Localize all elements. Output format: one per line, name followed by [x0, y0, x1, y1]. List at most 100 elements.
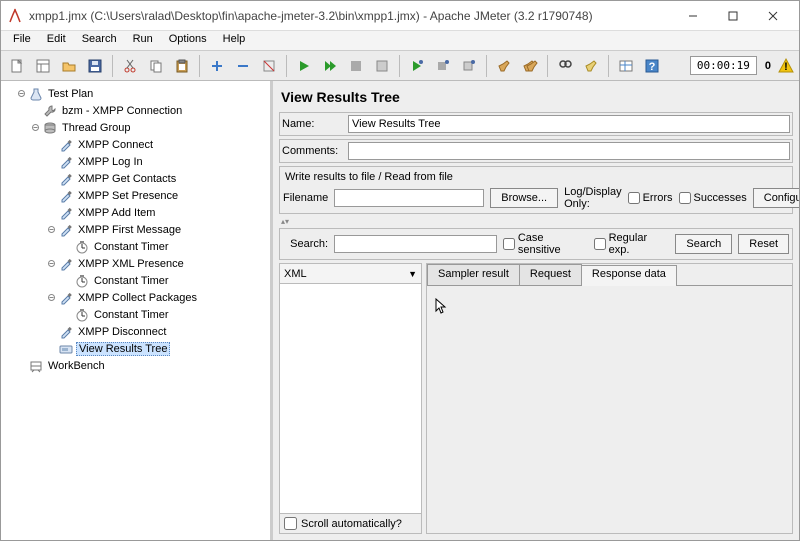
collapse-icon[interactable]	[47, 293, 56, 302]
expand-icon	[31, 106, 40, 115]
dropper-icon	[59, 206, 73, 220]
search-row: Search: Case sensitive Regular exp. Sear…	[279, 228, 793, 260]
tree-item-xmlpres[interactable]: XMPP XML Presence	[3, 255, 268, 272]
expand-icon	[63, 242, 72, 251]
remote-shutdown-button[interactable]	[457, 54, 481, 78]
tab-response-data[interactable]: Response data	[581, 265, 677, 286]
shutdown-button[interactable]	[370, 54, 394, 78]
tree-item-label: XMPP Collect Packages	[76, 292, 199, 304]
remote-stop-button[interactable]	[431, 54, 455, 78]
tree-item-thread-group[interactable]: Thread Group	[3, 119, 268, 136]
tree-item-ct1[interactable]: Constant Timer	[3, 238, 268, 255]
save-button[interactable]	[83, 54, 107, 78]
start-button[interactable]	[292, 54, 316, 78]
clear-button[interactable]	[492, 54, 516, 78]
timer-icon	[75, 308, 89, 322]
new-button[interactable]	[5, 54, 29, 78]
toolbar-separator	[112, 55, 113, 77]
cursor-icon	[435, 298, 449, 316]
minimize-button[interactable]	[673, 4, 713, 28]
menu-run[interactable]: Run	[125, 31, 161, 50]
tree-item-additem[interactable]: XMPP Add Item	[3, 204, 268, 221]
tree-item-ct2[interactable]: Constant Timer	[3, 272, 268, 289]
tree-item-disconnect[interactable]: XMPP Disconnect	[3, 323, 268, 340]
regex-checkbox[interactable]: Regular exp.	[594, 232, 670, 256]
expand-button[interactable]	[205, 54, 229, 78]
successes-checkbox[interactable]: Successes	[679, 192, 747, 204]
tab-body[interactable]	[427, 286, 792, 533]
tree-item-login[interactable]: XMPP Log In	[3, 153, 268, 170]
active-threads: 0	[765, 60, 771, 72]
wrench-icon	[43, 104, 57, 118]
tree-item-ct3[interactable]: Constant Timer	[3, 306, 268, 323]
name-row: Name:	[279, 112, 793, 136]
start-no-timers-button[interactable]	[318, 54, 342, 78]
tree-item-connect[interactable]: XMPP Connect	[3, 136, 268, 153]
menu-edit[interactable]: Edit	[39, 31, 74, 50]
dropper-icon	[59, 172, 73, 186]
tree-item-presence[interactable]: XMPP Set Presence	[3, 187, 268, 204]
browse-button[interactable]: Browse...	[490, 188, 558, 208]
comments-row: Comments:	[279, 139, 793, 163]
tabs: Sampler result Request Response data	[427, 264, 792, 286]
menu-file[interactable]: File	[5, 31, 39, 50]
scroll-auto-checkbox[interactable]: Scroll automatically?	[280, 513, 421, 533]
maximize-button[interactable]	[713, 4, 753, 28]
logdisplay-label: Log/Display Only:	[564, 186, 621, 210]
search-tool-button[interactable]	[553, 54, 577, 78]
tree-item-test-plan[interactable]: Test Plan	[3, 85, 268, 102]
close-button[interactable]	[753, 4, 793, 28]
renderer-combo[interactable]: XML▼	[280, 264, 421, 284]
test-plan-tree[interactable]: Test Planbzm - XMPP ConnectionThread Gro…	[1, 81, 273, 540]
help-button[interactable]: ?	[640, 54, 664, 78]
window-title: xmpp1.jmx (C:\Users\ralad\Desktop\fin\ap…	[29, 9, 673, 23]
collapse-icon[interactable]	[47, 259, 56, 268]
tree-item-firstmsg[interactable]: XMPP First Message	[3, 221, 268, 238]
comments-label: Comments:	[282, 145, 344, 157]
tree-item-label: Constant Timer	[92, 275, 171, 287]
paste-button[interactable]	[170, 54, 194, 78]
menu-search[interactable]: Search	[74, 31, 125, 50]
stop-button[interactable]	[344, 54, 368, 78]
errors-checkbox[interactable]: Errors	[628, 192, 673, 204]
dropper-icon	[59, 189, 73, 203]
tree-item-contacts[interactable]: XMPP Get Contacts	[3, 170, 268, 187]
tree-item-vrt[interactable]: View Results Tree	[3, 340, 268, 357]
clear-all-button[interactable]	[518, 54, 542, 78]
collapse-icon[interactable]	[47, 225, 56, 234]
search-input[interactable]	[334, 235, 497, 253]
toolbar-separator	[199, 55, 200, 77]
comments-input[interactable]	[348, 142, 790, 160]
copy-button[interactable]	[144, 54, 168, 78]
filename-label: Filename	[283, 192, 328, 204]
expand-icon	[47, 327, 56, 336]
menu-help[interactable]: Help	[215, 31, 254, 50]
reset-search-button[interactable]	[579, 54, 603, 78]
configure-button[interactable]: Configure	[753, 188, 799, 208]
toggle-button[interactable]	[257, 54, 281, 78]
search-button[interactable]: Search	[675, 234, 732, 254]
tree-item-label: XMPP Disconnect	[76, 326, 168, 338]
menu-options[interactable]: Options	[161, 31, 215, 50]
cut-button[interactable]	[118, 54, 142, 78]
case-sensitive-checkbox[interactable]: Case sensitive	[503, 232, 588, 256]
tree-item-workbench[interactable]: WorkBench	[3, 357, 268, 374]
titlebar: xmpp1.jmx (C:\Users\ralad\Desktop\fin\ap…	[1, 1, 799, 31]
open-button[interactable]	[57, 54, 81, 78]
tree-item-collect[interactable]: XMPP Collect Packages	[3, 289, 268, 306]
function-helper-button[interactable]	[614, 54, 638, 78]
name-input[interactable]	[348, 115, 790, 133]
collapse-icon[interactable]	[31, 123, 40, 132]
reset-button[interactable]: Reset	[738, 234, 789, 254]
remote-start-button[interactable]	[405, 54, 429, 78]
tree-item-bzm[interactable]: bzm - XMPP Connection	[3, 102, 268, 119]
tab-sampler-result[interactable]: Sampler result	[427, 264, 520, 285]
collapse-icon[interactable]	[17, 89, 26, 98]
filename-input[interactable]	[334, 189, 484, 207]
collapse-strip[interactable]: ▴▾	[279, 217, 793, 225]
templates-button[interactable]	[31, 54, 55, 78]
tab-request[interactable]: Request	[519, 264, 582, 285]
results-tree[interactable]	[280, 284, 421, 513]
warning-icon[interactable]: !	[777, 57, 795, 75]
collapse-button[interactable]	[231, 54, 255, 78]
